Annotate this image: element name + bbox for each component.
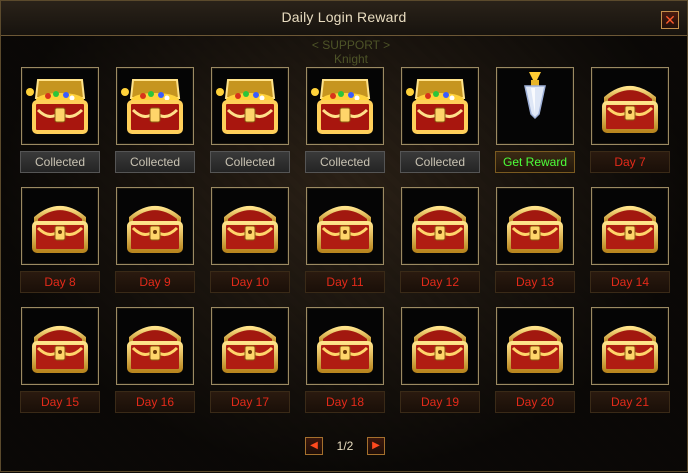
reward-slot[interactable] (21, 187, 99, 265)
reward-day-label: Day 14 (590, 271, 670, 293)
reward-day-label: Collected (115, 151, 195, 173)
reward-day-label: Day 21 (590, 391, 670, 413)
arrow-right-icon[interactable]: ▶ (367, 437, 385, 455)
reward-day-label: Day 20 (495, 391, 575, 413)
reward-slot[interactable] (591, 307, 669, 385)
reward-slot[interactable] (21, 307, 99, 385)
reward-day-label: Day 17 (210, 391, 290, 413)
reward-day-label: Collected (305, 151, 385, 173)
reward-slot[interactable] (211, 307, 289, 385)
reward-day-label: Day 18 (305, 391, 385, 413)
reward-day-label: Collected (20, 151, 100, 173)
reward-slot[interactable] (496, 187, 574, 265)
reward-grid: Collected Collected Collected Collected (1, 1, 688, 473)
reward-day-label: Collected (400, 151, 480, 173)
reward-day-label: Collected (210, 151, 290, 173)
reward-day-label: Day 16 (115, 391, 195, 413)
reward-day-label: Day 9 (115, 271, 195, 293)
reward-day-label: Day 12 (400, 271, 480, 293)
reward-day-label: Day 10 (210, 271, 290, 293)
reward-slot[interactable] (306, 307, 384, 385)
reward-slot[interactable] (496, 67, 574, 145)
reward-slot[interactable] (401, 187, 479, 265)
reward-slot[interactable] (306, 187, 384, 265)
daily-login-reward-window: Daily Login Reward ✕ < SUPPORT > Knight … (0, 0, 688, 472)
reward-slot[interactable] (116, 307, 194, 385)
reward-day-label: Day 13 (495, 271, 575, 293)
reward-day-label: Day 7 (590, 151, 670, 173)
reward-day-label: Day 19 (400, 391, 480, 413)
page-indicator: 1/2 (336, 439, 354, 453)
reward-slot[interactable] (591, 67, 669, 145)
reward-slot[interactable] (211, 67, 289, 145)
pagination: ◀ 1/2 ▶ (1, 437, 687, 457)
reward-slot[interactable] (306, 67, 384, 145)
reward-slot[interactable] (401, 307, 479, 385)
reward-slot[interactable] (211, 187, 289, 265)
reward-slot[interactable] (401, 67, 479, 145)
reward-slot[interactable] (591, 187, 669, 265)
reward-slot[interactable] (116, 67, 194, 145)
reward-slot[interactable] (496, 307, 574, 385)
reward-day-label: Day 15 (20, 391, 100, 413)
reward-day-label: Day 8 (20, 271, 100, 293)
get-reward-button[interactable]: Get Reward (495, 151, 575, 173)
reward-slot[interactable] (21, 67, 99, 145)
reward-day-label: Day 11 (305, 271, 385, 293)
reward-slot[interactable] (116, 187, 194, 265)
